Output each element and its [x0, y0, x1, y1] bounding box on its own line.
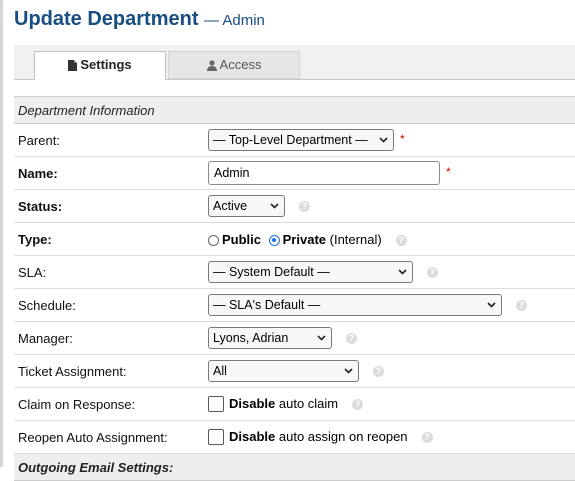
name-input[interactable]: Admin: [208, 161, 440, 185]
form-row-manager: Manager: Lyons, Adrian?: [14, 321, 575, 355]
help-icon[interactable]: ?: [516, 299, 527, 311]
type-public-label: Public: [222, 231, 262, 247]
form-row-schedule: Schedule: — SLA's Default —?: [14, 288, 575, 322]
claim-label: Claim on Response:: [14, 387, 204, 421]
schedule-label: Schedule:: [14, 288, 204, 322]
claim-checkbox[interactable]: [208, 396, 224, 413]
help-icon[interactable]: ?: [299, 200, 310, 212]
form-row-type: Type: Public Private (Internal)?: [14, 222, 575, 256]
status-select-value: Active: [213, 199, 248, 213]
type-label: Type:: [14, 222, 204, 256]
claim-option-bold: Disable: [229, 395, 276, 411]
reopen-option-text: auto assign on reopen: [278, 428, 408, 444]
tab-access[interactable]: Access: [168, 51, 300, 79]
sla-label: SLA:: [14, 255, 204, 289]
form-row-claim: Claim on Response: Disable auto claim?: [14, 387, 575, 421]
chevron-down-icon: [344, 368, 353, 374]
section-header-department-info: Department Information: [14, 96, 575, 124]
reopen-option-bold: Disable: [229, 428, 276, 444]
section-title: Department Information: [14, 96, 575, 124]
status-label: Status:: [14, 189, 204, 223]
section-header-outgoing-email: Outgoing Email Settings:: [14, 453, 575, 481]
type-public-radio[interactable]: [208, 234, 219, 246]
reopen-label: Reopen Auto Assignment:: [14, 420, 204, 454]
required-marker: *: [400, 132, 405, 147]
department-form: Department Information Parent: — Top-Lev…: [14, 96, 575, 481]
left-border: [0, 0, 3, 467]
claim-option-text: auto claim: [278, 395, 339, 411]
tab-access-label: Access: [219, 57, 262, 72]
type-private-label: Private: [282, 231, 327, 247]
user-icon: [206, 60, 217, 71]
name-label: Name:: [14, 156, 204, 190]
type-private-radio[interactable]: [268, 234, 280, 246]
status-select[interactable]: Active: [208, 195, 285, 217]
reopen-checkbox[interactable]: [208, 429, 224, 446]
chevron-down-icon: [379, 137, 388, 143]
manager-select-value: Lyons, Adrian: [213, 331, 289, 345]
ticket-assignment-label: Ticket Assignment:: [14, 354, 204, 388]
help-icon[interactable]: ?: [346, 332, 357, 344]
parent-label: Parent:: [14, 123, 204, 157]
form-row-name: Name: Admin *: [14, 156, 575, 190]
parent-select-value: — Top-Level Department —: [213, 133, 368, 147]
help-icon[interactable]: ?: [352, 398, 364, 410]
tab-bar: Settings Access: [14, 45, 575, 80]
ticket-assignment-select[interactable]: All: [208, 360, 359, 382]
manager-label: Manager:: [14, 321, 204, 355]
help-icon[interactable]: ?: [421, 431, 433, 443]
chevron-down-icon: [398, 269, 407, 275]
chevron-down-icon: [317, 335, 326, 341]
chevron-down-icon: [487, 302, 496, 308]
manager-select[interactable]: Lyons, Adrian: [208, 327, 332, 349]
tab-settings[interactable]: Settings: [34, 51, 166, 80]
page-subtitle: — Admin: [204, 12, 265, 29]
help-icon[interactable]: ?: [373, 365, 384, 377]
ticket-assignment-value: All: [213, 364, 227, 378]
document-icon: [68, 60, 78, 71]
parent-select[interactable]: — Top-Level Department —: [208, 129, 394, 151]
sla-select-value: — System Default —: [213, 265, 330, 279]
form-row-parent: Parent: — Top-Level Department — *: [14, 123, 575, 157]
schedule-select-value: — SLA's Default —: [213, 298, 321, 312]
form-row-status: Status: Active?: [14, 189, 575, 223]
page-title-text: Update Department: [14, 8, 199, 30]
form-row-sla: SLA: — System Default —?: [14, 255, 575, 289]
form-row-ticket-assignment: Ticket Assignment: All?: [14, 354, 575, 388]
sla-select[interactable]: — System Default —: [208, 261, 413, 283]
tab-settings-label: Settings: [80, 57, 132, 72]
section-title: Outgoing Email Settings:: [14, 453, 575, 481]
page-title: Update Department — Admin: [14, 8, 265, 31]
chevron-down-icon: [270, 203, 279, 209]
help-icon[interactable]: ?: [427, 266, 438, 278]
form-row-reopen: Reopen Auto Assignment: Disable auto ass…: [14, 420, 575, 454]
schedule-select[interactable]: — SLA's Default —: [208, 294, 502, 316]
type-private-note: (Internal): [329, 231, 382, 247]
help-icon[interactable]: ?: [395, 234, 407, 246]
required-marker: *: [446, 165, 451, 180]
